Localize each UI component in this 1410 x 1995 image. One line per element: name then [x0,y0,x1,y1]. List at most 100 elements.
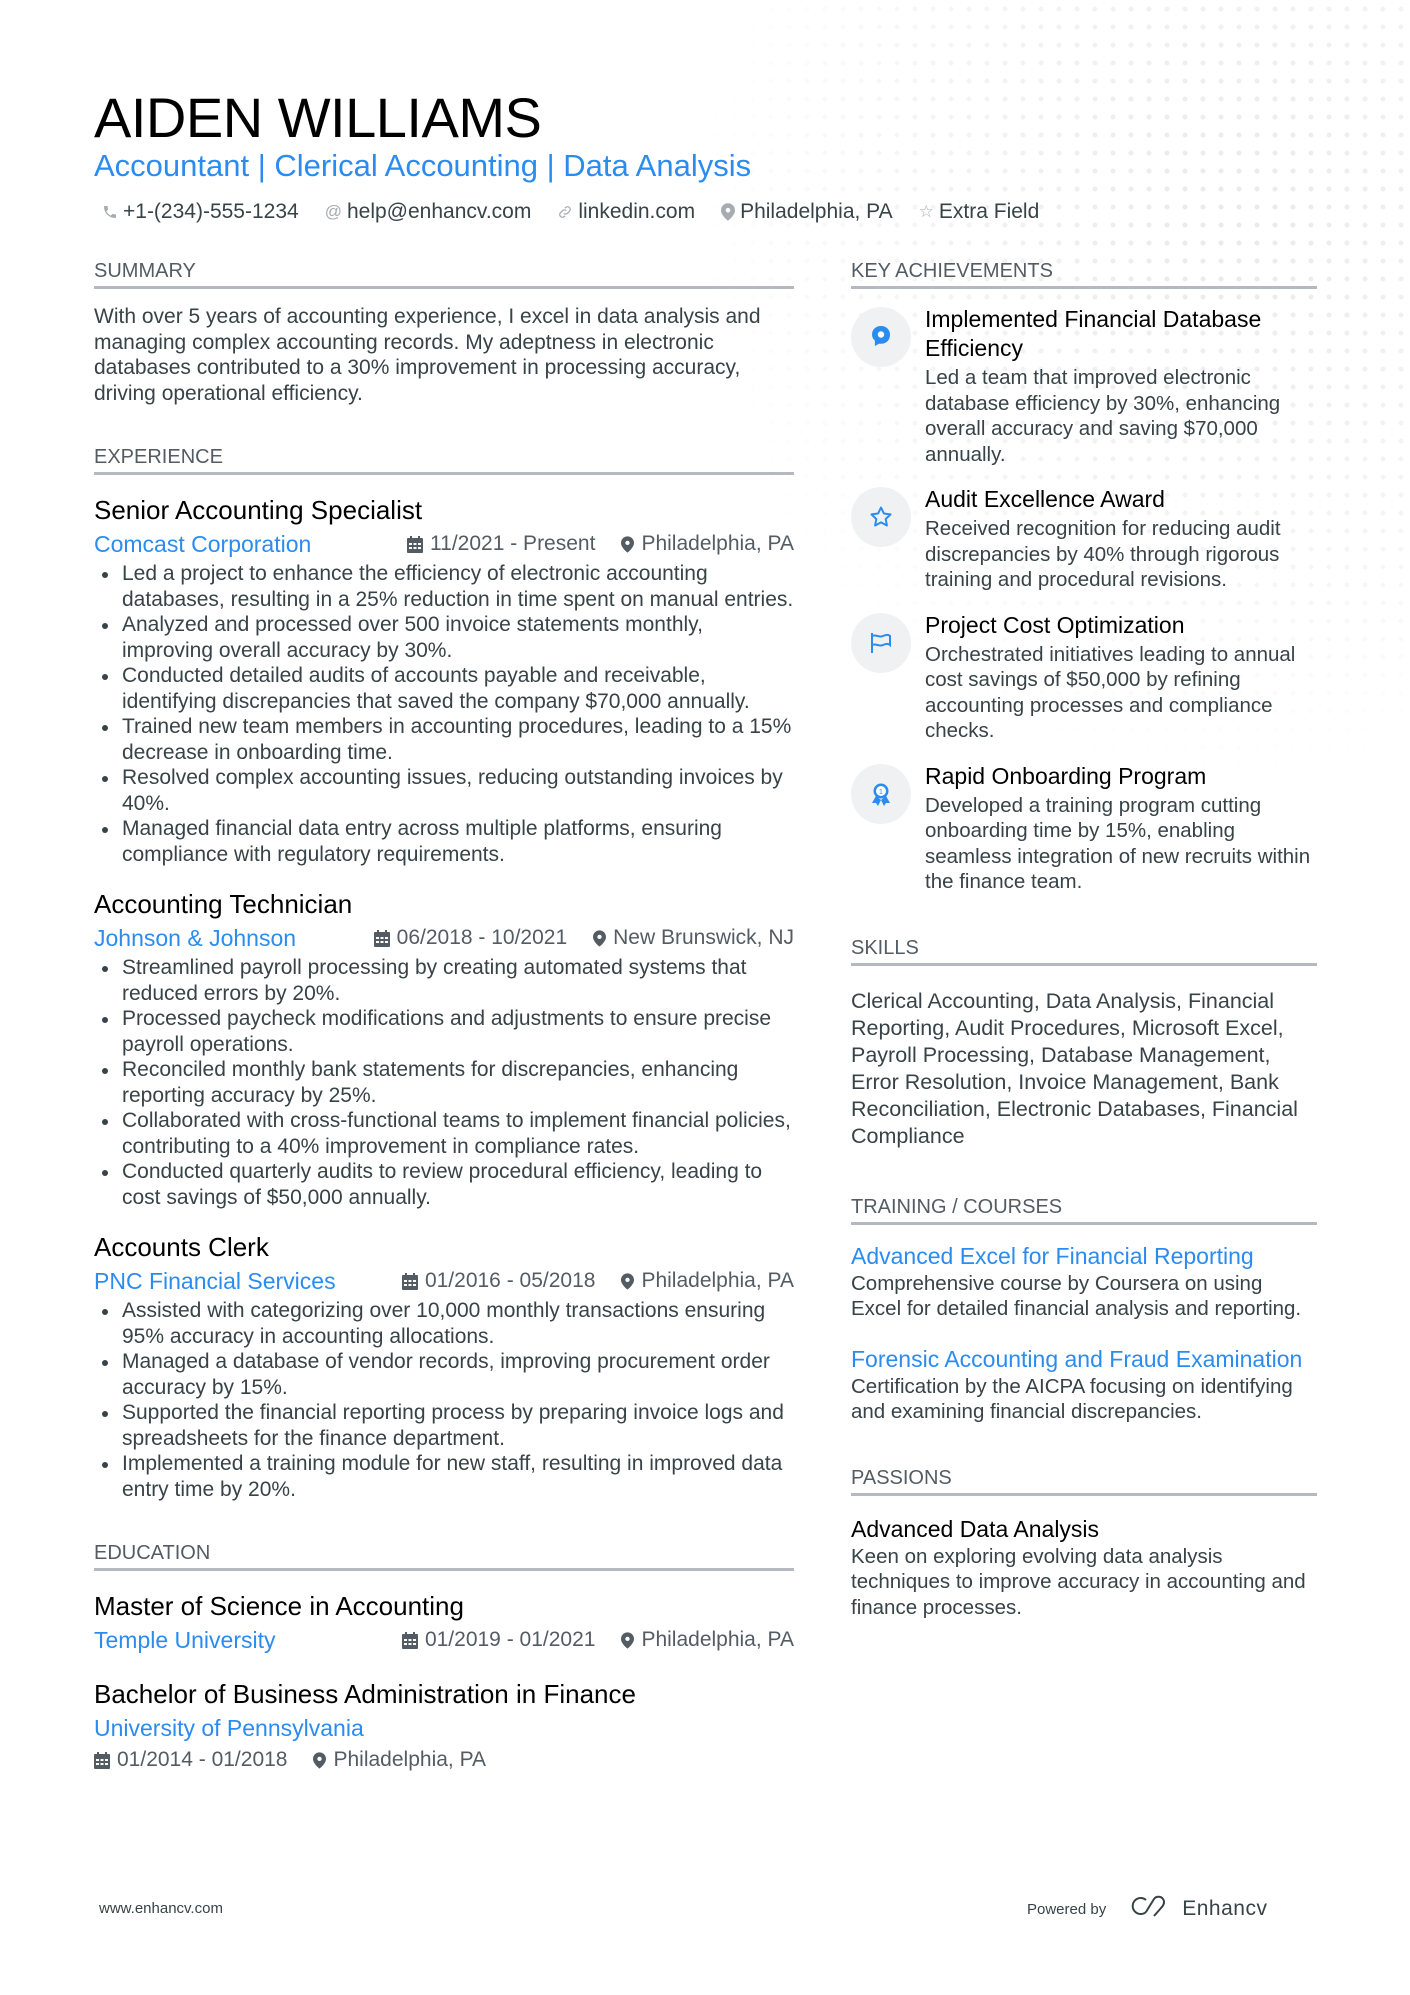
enhancv-logo[interactable]: Enhancv [1128,1894,1267,1924]
passions-section: PASSIONS Advanced Data Analysis Keen on … [851,1465,1317,1621]
contact-text: linkedin.com [578,200,696,223]
contact-email[interactable]: @ help@enhancv.com [325,198,532,226]
bullet-item: Trained new team members in accounting p… [94,714,794,765]
education-location: Philadelphia, PA [313,1745,486,1775]
degree-title: Master of Science in Accounting [94,1591,464,1621]
location-icon [621,1631,635,1649]
course-item: Forensic Accounting and Fraud Examinatio… [851,1344,1317,1425]
bullet-item: Managed financial data entry across mult… [94,816,794,867]
achievement-title: Project Cost Optimization [925,611,1185,638]
svg-text:1: 1 [879,789,883,796]
contact-extra: ☆ Extra Field [919,198,1040,226]
role-meta: Johnson & Johnson 06/2018 - 10/2021 New … [94,923,794,953]
experience-entry: Senior Accounting Specialist Comcast Cor… [94,493,794,867]
achievement-desc: Orchestrated initiatives leading to annu… [925,642,1296,743]
degree-title: Bachelor of Business Administration in F… [94,1679,636,1709]
footer-website[interactable]: www.enhancv.com [99,1900,223,1917]
contact-phone[interactable]: +1-(234)-555-1234 [102,198,299,226]
role-meta: Comcast Corporation 11/2021 - Present Ph… [94,529,794,559]
company-name[interactable]: Johnson & Johnson [94,923,348,953]
key-achievements-section: KEY ACHIEVEMENTS Implemented Financial D… [851,258,1317,895]
section-heading: KEY ACHIEVEMENTS [851,258,1317,289]
star-icon [851,487,911,547]
education-dates: 01/2014 - 01/2018 [94,1745,287,1775]
achievement-body: Audit Excellence Award Received recognit… [925,485,1317,593]
phone-icon [102,204,118,220]
bullet-item: Reconciled monthly bank statements for d… [94,1057,794,1108]
skills-text: Clerical Accounting, Data Analysis, Fina… [851,988,1298,1148]
calendar-icon [94,1751,110,1769]
section-heading: SUMMARY [94,258,794,289]
achievement-desc: Received recognition for reducing audit … [925,517,1281,591]
achievement-body: Project Cost Optimization Orchestrated i… [925,611,1317,744]
right-column: KEY ACHIEVEMENTS Implemented Financial D… [851,258,1317,1620]
location-icon [313,1751,327,1769]
role-bullets: Assisted with categorizing over 10,000 m… [94,1298,794,1502]
role-dates: 01/2016 - 05/2018 [401,1266,596,1296]
section-heading: SKILLS [851,935,1317,966]
left-column: SUMMARY With over 5 years of accounting … [94,258,794,1775]
location-icon [621,535,635,553]
location-text: Philadelphia, PA [641,1269,794,1292]
passion-desc: Keen on exploring evolving data analysis… [851,1544,1306,1619]
education-location: Philadelphia, PA [621,1625,794,1655]
location-text: Philadelphia, PA [333,1748,487,1771]
education-meta-row: 01/2014 - 01/2018 Philadelphia, PA [94,1745,794,1775]
bullet-item: Resolved complex accounting issues, redu… [94,765,794,816]
course-item: Advanced Excel for Financial Reporting C… [851,1241,1317,1322]
achievement-body: Implemented Financial Database Efficienc… [925,305,1317,467]
role-title: Accounting Technician [94,889,353,919]
candidate-title: Accountant | Clerical Accounting | Data … [94,148,752,183]
achievement-item: Audit Excellence Award Received recognit… [851,485,1317,593]
bullet-item: Conducted quarterly audits to review pro… [94,1159,794,1210]
footer-powered-by: Powered by Enhancv [1027,1894,1267,1924]
role-location: Philadelphia, PA [621,529,794,559]
calendar-icon [373,929,390,947]
school-name[interactable]: Temple University [94,1625,376,1655]
achievement-body: Rapid Onboarding Program Developed a tra… [925,762,1317,895]
bullet-item: Assisted with categorizing over 10,000 m… [94,1298,794,1349]
location-icon [721,203,736,221]
course-title[interactable]: Advanced Excel for Financial Reporting [851,1241,1317,1271]
company-name[interactable]: Comcast Corporation [94,529,381,559]
brain-icon [851,307,911,367]
role-title: Accounts Clerk [94,1232,269,1262]
location-text: New Brunswick, NJ [613,926,794,949]
achievement-desc: Developed a training program cutting onb… [925,793,1311,894]
education-entry: Master of Science in Accounting Temple U… [94,1589,794,1655]
company-name[interactable]: PNC Financial Services [94,1266,376,1296]
course-title[interactable]: Forensic Accounting and Fraud Examinatio… [851,1344,1317,1374]
bullet-item: Led a project to enhance the efficiency … [94,561,794,612]
experience-entry: Accounts Clerk PNC Financial Services 01… [94,1230,794,1502]
skills-section: SKILLS Clerical Accounting, Data Analysi… [851,935,1317,1150]
star-icon: ☆ [918,202,934,221]
summary-section: SUMMARY With over 5 years of accounting … [94,258,794,406]
education-meta: University of Pennsylvania [94,1713,794,1743]
location-text: Philadelphia, PA [641,1628,794,1651]
bullet-item: Processed paycheck modifications and adj… [94,1006,794,1057]
education-dates: 01/2019 - 01/2021 [401,1625,595,1655]
role-location: New Brunswick, NJ [593,923,794,953]
section-heading: PASSIONS [851,1465,1317,1496]
achievement-title: Audit Excellence Award [925,486,1165,512]
course-desc: Certification by the AICPA focusing on i… [851,1374,1293,1424]
role-bullets: Led a project to enhance the efficiency … [94,561,794,867]
dates-text: 01/2016 - 05/2018 [424,1269,596,1292]
education-entry: Bachelor of Business Administration in F… [94,1677,794,1775]
achievement-title: Implemented Financial Database Efficienc… [925,306,1262,361]
bullet-item: Conducted detailed audits of accounts pa… [94,663,794,714]
contact-text: Extra Field [938,200,1040,223]
passion-title: Advanced Data Analysis [851,1515,1100,1542]
candidate-name: AIDEN WILLIAMS [94,86,542,149]
experience-section: EXPERIENCE Senior Accounting Specialist … [94,444,794,1502]
bullet-item: Collaborated with cross-functional teams… [94,1108,794,1159]
section-heading: EXPERIENCE [94,444,794,475]
location-text: Philadelphia, PA [641,532,794,555]
contact-linkedin[interactable]: linkedin.com [557,198,695,226]
role-meta: PNC Financial Services 01/2016 - 05/2018… [94,1266,794,1296]
calendar-icon [401,1631,418,1649]
school-name[interactable]: University of Pennsylvania [94,1713,794,1743]
role-dates: 06/2018 - 10/2021 [373,923,567,953]
education-meta: Temple University 01/2019 - 01/2021 Phil… [94,1625,794,1655]
role-dates: 11/2021 - Present [407,529,595,559]
